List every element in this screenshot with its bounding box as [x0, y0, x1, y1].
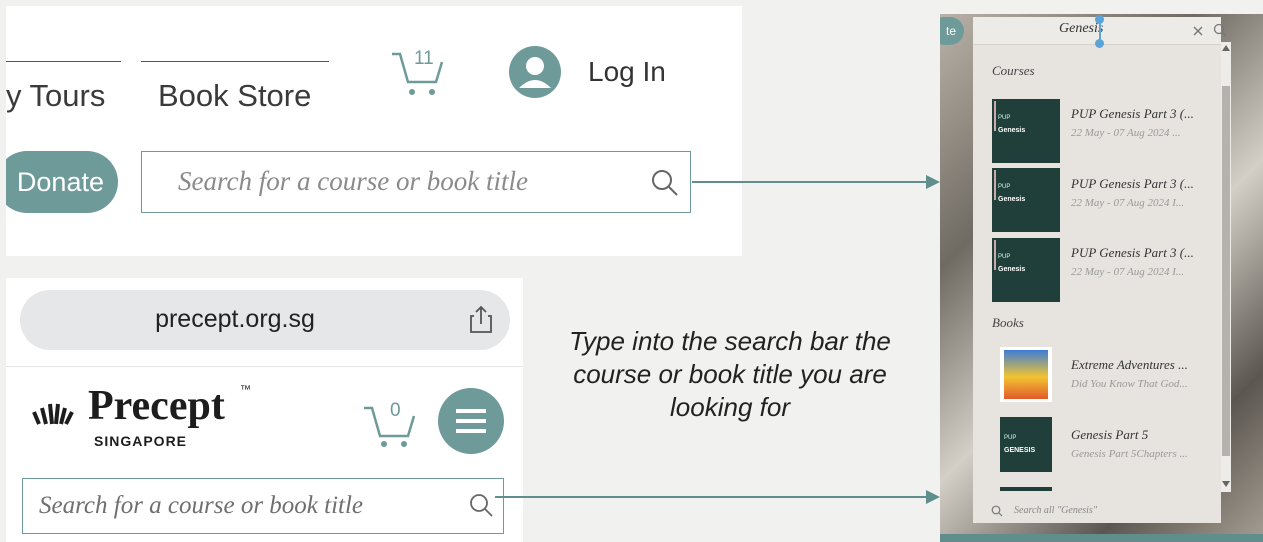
search-icon [991, 505, 1003, 517]
book-subtitle: Genesis Part 5Chapters ... [1071, 448, 1188, 460]
footer-bar [940, 534, 1263, 542]
book-cover: PUP GENESIS [1000, 417, 1052, 472]
book-title[interactable]: Extreme Adventures ... [1071, 357, 1188, 373]
course-subtitle: 22 May - 07 Aug 2024 I... [1071, 266, 1185, 278]
search-all-label: Search all "Genesis" [1014, 505, 1098, 516]
course-title[interactable]: PUP Genesis Part 3 (... [1071, 106, 1194, 122]
selection-handle[interactable] [1095, 39, 1104, 48]
course-thumbnail: PUP Genesis [992, 99, 1060, 163]
dropdown-search-input[interactable]: Genesis [973, 15, 1227, 48]
course-subtitle: 22 May - 07 Aug 2024 I... [1071, 197, 1185, 209]
search-icon[interactable] [1213, 23, 1227, 37]
scroll-down-icon[interactable] [1222, 481, 1230, 487]
section-heading-courses: Courses [992, 63, 1035, 78]
book-subtitle: Did You Know That God... [1071, 378, 1188, 390]
search-dropdown: Genesis Courses PUP Genesis PUP Genesis … [973, 15, 1227, 523]
clear-icon[interactable] [1193, 26, 1203, 36]
search-results-panel: te Genesis Courses PUP Genesis PUP Genes… [940, 14, 1263, 542]
course-subtitle: 22 May - 07 Aug 2024 ... [1071, 127, 1181, 139]
section-heading-books: Books [992, 315, 1024, 330]
book-title[interactable]: Genesis Part 5 [1071, 427, 1148, 443]
selection-handle[interactable] [1095, 15, 1104, 24]
course-thumbnail: PUP Genesis [992, 238, 1060, 302]
scroll-up-icon[interactable] [1222, 45, 1230, 51]
search-all-link[interactable]: Search all "Genesis" [973, 502, 1221, 523]
course-thumbnail: PUP Genesis [992, 168, 1060, 232]
scrollbar-thumb[interactable] [1222, 86, 1230, 456]
book-cover-partial [1000, 487, 1052, 491]
dropdown-scrollbar[interactable] [1221, 42, 1231, 492]
book-cover [1000, 347, 1052, 402]
course-title[interactable]: PUP Genesis Part 3 (... [1071, 176, 1194, 192]
course-title[interactable]: PUP Genesis Part 3 (... [1071, 245, 1194, 261]
